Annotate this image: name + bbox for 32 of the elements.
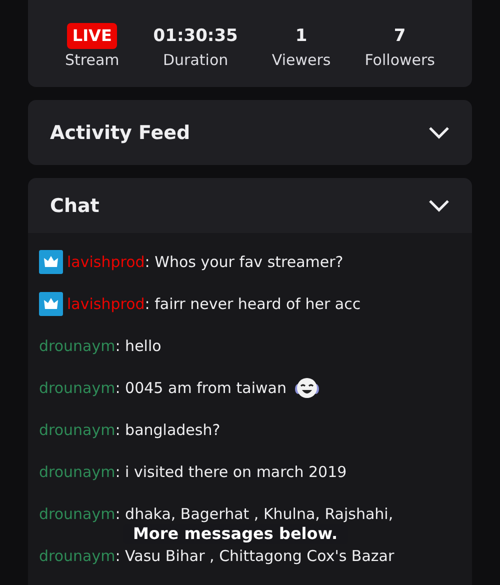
chat-username[interactable]: drounaym — [39, 505, 116, 523]
smiley-emote-icon — [294, 376, 320, 400]
chat-message: : hello — [115, 337, 162, 355]
crown-badge-icon — [39, 250, 63, 274]
chat-username[interactable]: drounaym — [39, 547, 116, 565]
stat-value: 01:30:35 — [153, 24, 238, 48]
chat-message: : 0045 am from taiwan — [115, 379, 286, 397]
chat-message: : i visited there on march 2019 — [115, 463, 347, 481]
chat-message: : dhaka, Bagerhat , Khulna, Rajshahi, — [115, 505, 394, 523]
chat-username[interactable]: drounaym — [39, 463, 116, 481]
stat-label: Viewers — [272, 50, 331, 68]
chat-username[interactable]: drounaym — [39, 379, 116, 397]
chat-message: : Whos your fav streamer? — [144, 253, 344, 271]
section-title: Activity Feed — [50, 122, 190, 144]
chat-username[interactable]: lavishprod — [67, 253, 145, 271]
crown-badge-icon — [39, 292, 63, 316]
chevron-down-icon — [428, 126, 450, 140]
stat-label: Followers — [364, 50, 435, 68]
chat-message: : Vasu Bihar , Chittagong Cox's Bazar — [115, 547, 394, 565]
chevron-down-icon[interactable] — [428, 198, 450, 212]
live-badge: LIVE — [67, 22, 117, 48]
chat-username[interactable]: drounaym — [39, 421, 116, 439]
stat-label: Duration — [163, 50, 228, 68]
section-title: Chat — [50, 194, 100, 216]
activity-feed-header[interactable]: Activity Feed — [28, 100, 472, 165]
chat-message: : fairr never heard of her acc — [144, 295, 361, 313]
chat-message: : bangladesh? — [115, 421, 220, 439]
chat-username[interactable]: drounaym — [39, 337, 116, 355]
stat-value: 7 — [394, 24, 406, 48]
stat-value: 1 — [295, 24, 308, 48]
chat-username[interactable]: lavishprod — [67, 295, 145, 313]
stat-label: Stream — [65, 50, 120, 68]
